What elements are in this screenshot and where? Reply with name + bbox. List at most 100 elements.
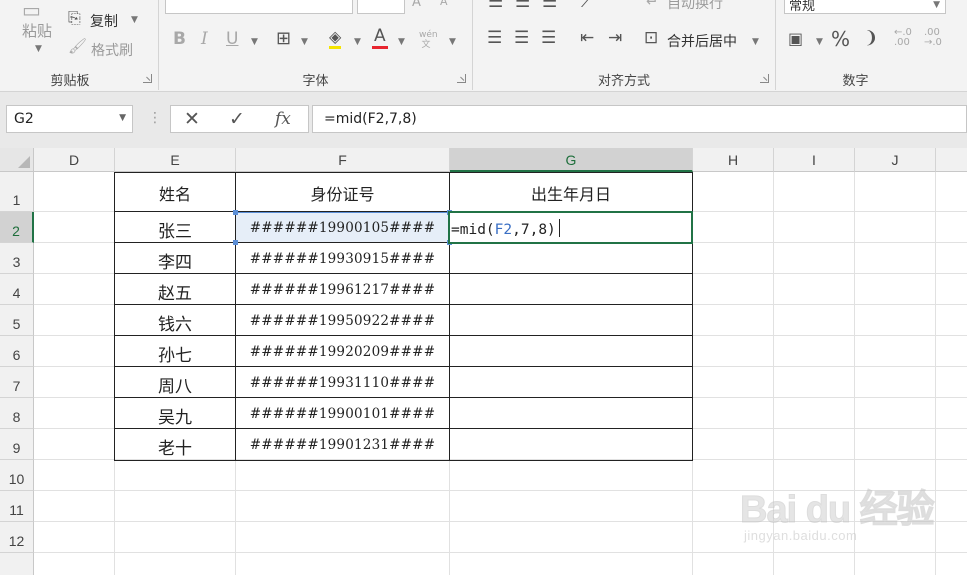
name-box-dropdown-icon[interactable]: ▼ bbox=[119, 113, 126, 123]
fill-color-icon[interactable]: ◈ bbox=[329, 29, 342, 49]
cancel-icon[interactable]: ✕ bbox=[184, 108, 200, 130]
row-header-3[interactable]: 3 bbox=[0, 243, 34, 274]
range-handle[interactable] bbox=[233, 210, 238, 215]
decrease-decimal-icon[interactable]: .00 →.0 bbox=[924, 28, 942, 48]
column-header-j[interactable]: J bbox=[855, 148, 936, 172]
bottom-align-icon[interactable]: ☰ bbox=[542, 0, 557, 11]
copy-button[interactable]: 复制 bbox=[90, 11, 118, 31]
insert-function-icon[interactable]: fx bbox=[275, 109, 291, 129]
border-icon[interactable]: ⊞ bbox=[276, 30, 291, 48]
name-cell[interactable]: 老十 bbox=[115, 434, 235, 459]
format-painter-button[interactable]: 格式刷 bbox=[91, 40, 133, 60]
id-cell[interactable]: ######19920209#### bbox=[236, 344, 449, 360]
increase-indent-icon[interactable]: ⇥ bbox=[608, 30, 622, 47]
font-name-select[interactable] bbox=[165, 0, 353, 14]
row-header-11[interactable]: 11 bbox=[0, 491, 34, 522]
column-header-k[interactable] bbox=[936, 148, 967, 172]
id-cell[interactable]: ######19930915#### bbox=[236, 251, 449, 267]
row-header-8[interactable]: 8 bbox=[0, 398, 34, 429]
increase-font-icon[interactable]: A bbox=[412, 0, 421, 9]
row-header-2[interactable]: 2 bbox=[0, 212, 34, 243]
font-color-dropdown-icon[interactable]: ▼ bbox=[398, 37, 405, 47]
border-dropdown-icon[interactable]: ▼ bbox=[301, 37, 308, 47]
row-header-7[interactable]: 7 bbox=[0, 367, 34, 398]
font-size-select[interactable] bbox=[357, 0, 405, 14]
font-launcher-icon[interactable] bbox=[457, 74, 466, 83]
top-align-icon[interactable]: ☰ bbox=[488, 0, 503, 11]
bold-icon[interactable]: B bbox=[173, 31, 186, 48]
copy-icon[interactable]: ⎘ bbox=[68, 10, 81, 26]
align-center-icon[interactable]: ☰ bbox=[514, 30, 529, 47]
column-header-d[interactable]: D bbox=[34, 148, 115, 172]
header-birth-cell[interactable]: 出生年月日 bbox=[450, 181, 692, 205]
id-cell[interactable]: ######19900101#### bbox=[236, 406, 449, 422]
align-right-icon[interactable]: ☰ bbox=[541, 30, 556, 47]
name-cell[interactable]: 张三 bbox=[115, 217, 235, 242]
paste-dropdown-icon[interactable]: ▼ bbox=[35, 44, 42, 54]
row-header-5[interactable]: 5 bbox=[0, 305, 34, 336]
column-header-g[interactable]: G bbox=[450, 148, 693, 172]
worksheet-grid[interactable]: 姓名 身份证号 出生年月日 张三 ######19900105#### 李四 #… bbox=[34, 172, 967, 575]
phonetic-icon[interactable]: wén 文 bbox=[419, 30, 438, 50]
column-header-e[interactable]: E bbox=[115, 148, 236, 172]
merge-center-button[interactable]: 合并后居中 bbox=[667, 31, 737, 51]
row-header-9[interactable]: 9 bbox=[0, 429, 34, 460]
row-header-4[interactable]: 4 bbox=[0, 274, 34, 305]
font-color-icon[interactable]: A bbox=[372, 28, 388, 49]
merge-center-dropdown-icon[interactable]: ▼ bbox=[752, 37, 759, 47]
column-header-h[interactable]: H bbox=[693, 148, 774, 172]
header-id-cell[interactable]: 身份证号 bbox=[236, 181, 449, 205]
row-header-10[interactable]: 10 bbox=[0, 460, 34, 491]
column-header-f[interactable]: F bbox=[236, 148, 450, 172]
number-format-dropdown-icon[interactable]: ▼ bbox=[933, 0, 940, 10]
clipboard-launcher-icon[interactable] bbox=[143, 74, 152, 83]
name-cell[interactable]: 赵五 bbox=[115, 279, 235, 304]
formula-input[interactable]: =mid(F2,7,8) bbox=[312, 105, 967, 133]
number-format-select[interactable]: 常规 ▼ bbox=[784, 0, 946, 14]
wrap-text-icon[interactable]: ↵ bbox=[646, 0, 659, 9]
header-name-cell[interactable]: 姓名 bbox=[115, 181, 235, 205]
paste-button[interactable]: 粘贴 bbox=[22, 20, 52, 41]
row-header-12[interactable]: 12 bbox=[0, 522, 34, 553]
row-header-1[interactable]: 1 bbox=[0, 172, 34, 212]
accounting-dropdown-icon[interactable]: ▼ bbox=[816, 37, 823, 47]
comma-style-icon[interactable]: ❩ bbox=[864, 30, 878, 47]
orientation-icon[interactable]: ⟋ bbox=[581, 0, 593, 11]
name-cell[interactable]: 李四 bbox=[115, 248, 235, 273]
fill-color-dropdown-icon[interactable]: ▼ bbox=[354, 37, 361, 47]
id-cell[interactable]: ######19900105#### bbox=[236, 220, 449, 236]
format-painter-icon[interactable]: 🖌 bbox=[68, 39, 87, 54]
italic-icon[interactable]: I bbox=[201, 31, 208, 48]
paste-icon[interactable]: ▭ bbox=[22, 0, 41, 20]
accounting-format-icon[interactable]: ▣ bbox=[788, 31, 803, 47]
underline-icon[interactable]: U bbox=[226, 31, 238, 48]
decrease-indent-icon[interactable]: ⇤ bbox=[580, 30, 594, 47]
name-cell[interactable]: 孙七 bbox=[115, 341, 235, 366]
id-cell[interactable]: ######19961217#### bbox=[236, 282, 449, 298]
cell-edit-text[interactable]: =mid(F2,7,8) bbox=[451, 219, 560, 238]
id-cell[interactable]: ######19901231#### bbox=[236, 437, 449, 453]
active-cell-g2[interactable]: =mid(F2,7,8) bbox=[448, 211, 693, 244]
align-left-icon[interactable]: ☰ bbox=[487, 30, 502, 47]
id-cell[interactable]: ######19931110#### bbox=[236, 375, 449, 391]
column-header-i[interactable]: I bbox=[774, 148, 855, 172]
select-all-button[interactable] bbox=[0, 148, 34, 172]
name-cell[interactable]: 吴九 bbox=[115, 403, 235, 428]
wrap-text-button[interactable]: 自动换行 bbox=[667, 0, 723, 13]
increase-decimal-icon[interactable]: ←.0.00 bbox=[894, 28, 912, 48]
decrease-font-icon[interactable]: A bbox=[440, 0, 448, 7]
name-cell[interactable]: 周八 bbox=[115, 372, 235, 397]
percent-icon[interactable]: % bbox=[831, 29, 850, 49]
underline-dropdown-icon[interactable]: ▼ bbox=[251, 37, 258, 47]
id-cell[interactable]: ######19950922#### bbox=[236, 313, 449, 329]
merge-center-icon[interactable]: ⊡ bbox=[644, 30, 658, 47]
row-header-13[interactable] bbox=[0, 553, 34, 575]
name-box[interactable]: G2 ▼ bbox=[6, 105, 133, 133]
phonetic-dropdown-icon[interactable]: ▼ bbox=[449, 37, 456, 47]
row-header-6[interactable]: 6 bbox=[0, 336, 34, 367]
name-cell[interactable]: 钱六 bbox=[115, 310, 235, 335]
formula-bar-grip-icon[interactable]: ⋮ bbox=[148, 110, 162, 126]
copy-dropdown-icon[interactable]: ▼ bbox=[131, 15, 138, 25]
range-handle[interactable] bbox=[233, 240, 238, 245]
middle-align-icon[interactable]: ☰ bbox=[515, 0, 530, 11]
